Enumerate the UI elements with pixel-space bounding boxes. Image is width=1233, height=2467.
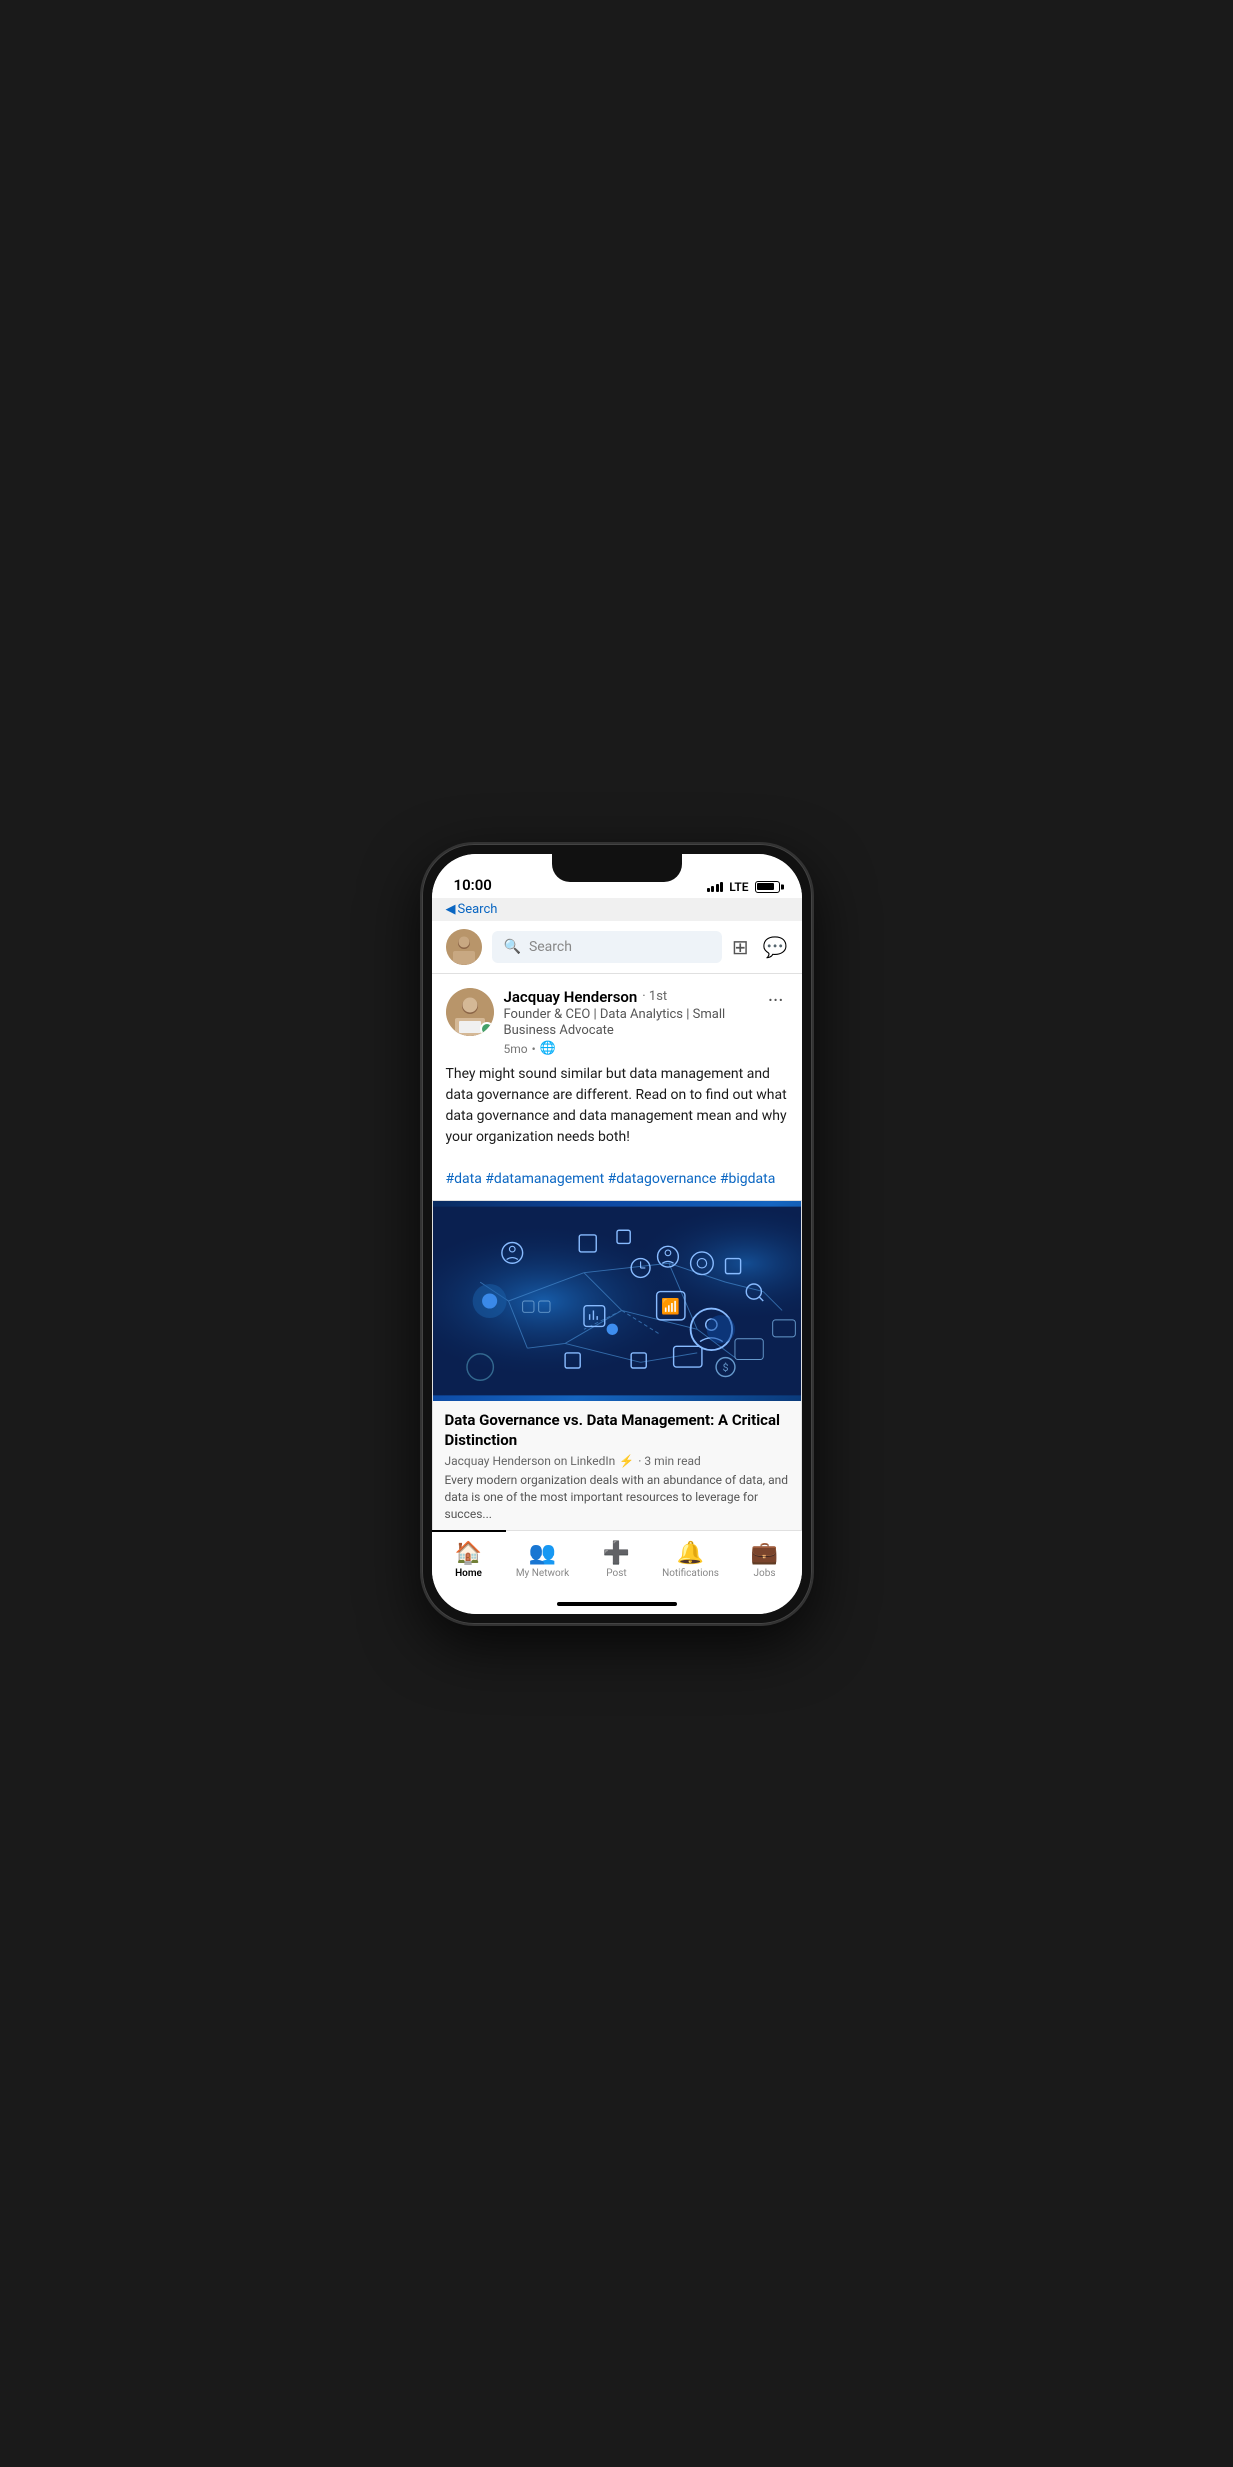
post-body-text: They might sound similar but data manage… <box>446 1066 787 1145</box>
nav-notifications[interactable]: 🔔 Notifications <box>654 1531 728 1594</box>
header-icons: ⊞ 💬 <box>732 935 788 959</box>
article-image: 📶 <box>433 1201 801 1401</box>
search-placeholder: Search <box>529 939 572 955</box>
author-name-row: Jacquay Henderson · 1st <box>504 988 764 1006</box>
article-excerpt: Every modern organization deals with an … <box>445 1472 789 1522</box>
lightning-icon: ⚡ <box>619 1454 634 1468</box>
globe-icon: 🌐 <box>540 1041 556 1056</box>
back-chevron: ◀ <box>446 902 456 917</box>
search-back-bar[interactable]: ◀ Search <box>432 898 802 921</box>
main-content: Jacquay Henderson · 1st Founder & CEO | … <box>432 974 802 1530</box>
avatar-svg <box>446 929 482 965</box>
linkedin-header: 🔍 Search ⊞ 💬 <box>432 921 802 974</box>
qr-code-button[interactable]: ⊞ <box>732 935 749 959</box>
home-indicator <box>432 1594 802 1614</box>
signal-bar-1 <box>707 888 710 892</box>
more-options-button[interactable]: ··· <box>764 988 788 1012</box>
signal-bars <box>707 882 724 892</box>
notch <box>552 854 682 882</box>
post-time: 5mo <box>504 1042 528 1056</box>
author-name[interactable]: Jacquay Henderson <box>504 988 638 1006</box>
nav-notifications-label: Notifications <box>662 1568 719 1579</box>
nav-jobs[interactable]: 💼 Jobs <box>728 1531 802 1594</box>
article-read-time: · 3 min read <box>638 1454 701 1468</box>
battery-fill <box>757 883 774 890</box>
nav-home[interactable]: 🏠 Home <box>432 1531 506 1594</box>
status-time: 10:00 <box>454 876 492 894</box>
article-source-name: Jacquay Henderson on LinkedIn <box>445 1454 616 1468</box>
active-indicator <box>432 1530 506 1532</box>
svg-text:📶: 📶 <box>661 1298 680 1316</box>
messaging-button[interactable]: 💬 <box>763 935 788 959</box>
lte-label: LTE <box>729 880 748 894</box>
author-degree: · 1st <box>642 989 667 1004</box>
post-icon: ➕ <box>603 1541 630 1566</box>
signal-bar-3 <box>716 884 719 892</box>
svg-text:$: $ <box>722 1361 728 1374</box>
phone-frame: 10:00 LTE ◀ Search <box>422 844 812 1624</box>
search-icon: 🔍 <box>504 939 521 955</box>
signal-bar-2 <box>711 886 714 892</box>
nav-post-label: Post <box>606 1568 626 1579</box>
back-button[interactable]: ◀ Search <box>446 902 498 917</box>
post-hashtags[interactable]: #data #datamanagement #datagovernance #b… <box>446 1171 776 1187</box>
post-card: Jacquay Henderson · 1st Founder & CEO | … <box>432 974 802 1530</box>
nav-jobs-label: Jobs <box>754 1568 776 1579</box>
network-diagram-svg: 📶 <box>433 1201 801 1401</box>
article-text: Data Governance vs. Data Management: A C… <box>433 1401 801 1529</box>
bottom-nav: 🏠 Home 👥 My Network ➕ Post 🔔 Notificatio… <box>432 1530 802 1594</box>
phone-screen: 10:00 LTE ◀ Search <box>432 854 802 1614</box>
post-author-info: Jacquay Henderson · 1st Founder & CEO | … <box>504 988 764 1057</box>
post-text: They might sound similar but data manage… <box>432 1064 802 1200</box>
online-badge <box>480 1022 494 1036</box>
post-author-avatar[interactable] <box>446 988 494 1036</box>
author-title: Founder & CEO | Data Analytics | Small B… <box>504 1007 764 1041</box>
home-icon: 🏠 <box>455 1541 482 1566</box>
signal-bar-4 <box>720 882 723 892</box>
notifications-icon: 🔔 <box>677 1541 704 1566</box>
post-author-row: Jacquay Henderson · 1st Founder & CEO | … <box>446 988 764 1057</box>
nav-post[interactable]: ➕ Post <box>580 1531 654 1594</box>
status-right: LTE <box>707 880 780 894</box>
nav-network-label: My Network <box>516 1568 569 1579</box>
post-meta: 5mo • 🌐 <box>504 1041 764 1056</box>
article-card[interactable]: 📶 <box>432 1200 802 1529</box>
home-bar <box>557 1602 677 1606</box>
search-bar[interactable]: 🔍 Search <box>492 931 722 963</box>
article-source: Jacquay Henderson on LinkedIn ⚡ · 3 min … <box>445 1454 789 1468</box>
user-avatar[interactable] <box>446 929 482 965</box>
network-icon: 👥 <box>529 1541 556 1566</box>
nav-home-label: Home <box>455 1568 482 1579</box>
article-title: Data Governance vs. Data Management: A C… <box>445 1411 789 1450</box>
battery-icon <box>755 881 780 893</box>
jobs-icon: 💼 <box>751 1541 778 1566</box>
meta-dot: • <box>532 1042 536 1056</box>
post-header: Jacquay Henderson · 1st Founder & CEO | … <box>432 974 802 1065</box>
back-label: Search <box>458 902 498 917</box>
nav-network[interactable]: 👥 My Network <box>506 1531 580 1594</box>
